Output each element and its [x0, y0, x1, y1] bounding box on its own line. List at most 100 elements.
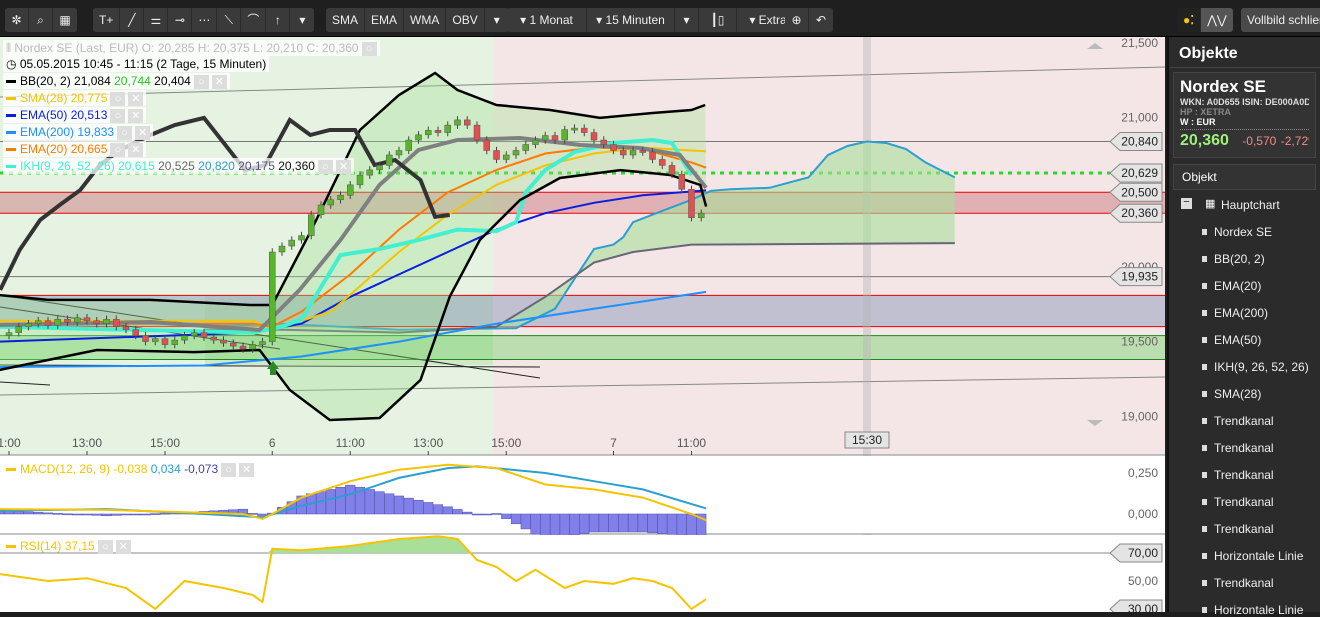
settings-icon[interactable]: ○ — [317, 159, 333, 174]
pitchfork-tool-icon[interactable]: ⟍ — [217, 8, 242, 32]
undo-icon[interactable]: ↶ — [809, 8, 833, 32]
period-select[interactable]: ▾ 1 Monat — [507, 8, 587, 32]
close-icon[interactable]: ✕ — [135, 125, 151, 140]
fullscreen-button[interactable]: Vollbild schließen — [1241, 8, 1320, 32]
chart-canvas[interactable]: 21,50021,00020,00019,50019,00020,84020,6… — [0, 37, 1165, 612]
indicator-button-wma[interactable]: WMA — [404, 8, 447, 32]
indicator-button-sma[interactable]: SMA — [326, 8, 366, 32]
indicator-button-obv[interactable]: OBV — [446, 8, 485, 32]
candle — [464, 119, 471, 126]
time-tick-label: 6 — [269, 436, 276, 450]
tree-item[interactable]: Horizontale Linie — [1202, 603, 1303, 617]
macd-histogram-bar — [335, 487, 346, 515]
line-view-icon[interactable]: ⋀⋁ — [1201, 8, 1233, 32]
tree-item[interactable]: Trendkanal — [1202, 495, 1274, 509]
close-icon[interactable]: ✕ — [128, 108, 144, 123]
settings-icon[interactable]: ○ — [97, 539, 113, 554]
interval-select[interactable]: ▾ 15 Minuten — [587, 8, 675, 32]
indicator-button-ema[interactable]: EMA — [365, 8, 405, 32]
close-icon[interactable]: ✕ — [335, 159, 351, 174]
macd-histogram-bar — [140, 513, 151, 516]
sma28-value: 20,775 — [70, 91, 108, 105]
tree-item[interactable]: Nordex SE — [1202, 225, 1272, 239]
tree-bullet-icon — [1202, 364, 1207, 370]
arc-tool-icon[interactable]: ⌒ — [241, 8, 267, 32]
tree-bullet-icon — [1202, 391, 1207, 397]
fibonacci-tool-icon[interactable]: ⚌ — [144, 8, 169, 32]
macd-histogram-bar — [520, 513, 531, 530]
ikh-kijun-value: 20,525 — [158, 159, 195, 173]
zoom-icon[interactable]: ⊕ — [785, 8, 809, 32]
settings-icon[interactable]: ○ — [221, 462, 237, 477]
ema200-swatch — [6, 131, 16, 135]
close-icon[interactable]: ✕ — [239, 462, 255, 477]
bb-upper-value: 21,084 — [74, 74, 111, 88]
legend-range: ◷ 05.05.2015 10:45 - 11:15 (2 Tage, 15 M… — [3, 56, 270, 72]
tree-item[interactable]: EMA(20) — [1202, 279, 1261, 293]
tree-item[interactable]: Trendkanal — [1202, 576, 1274, 590]
more-tools-dropdown-icon[interactable]: ▾ — [290, 8, 314, 32]
horizontal-line-icon[interactable]: ⊸ — [168, 8, 193, 32]
channel-tool-icon[interactable]: ⋯ — [192, 8, 218, 32]
tree-item[interactable]: SMA(28) — [1202, 387, 1261, 401]
macd-histogram-bar — [676, 513, 687, 536]
tree-item[interactable]: EMA(200) — [1202, 306, 1268, 320]
indicator-button-more[interactable]: ▾ — [485, 8, 509, 32]
collapse-icon[interactable]: − — [1181, 197, 1192, 209]
macd-histogram-bar — [325, 489, 336, 515]
tree-item[interactable]: Trendkanal — [1202, 468, 1274, 482]
bg-future-pink — [493, 37, 1165, 455]
toolbar: ✼ ⌕ ▦ T+ ╱ ⚌ ⊸ ⋯ ⟍ ⌒ ↑ ▾ SMA EMA WMA OBV ▾ ▾ 1 Monat ▾… — [0, 0, 1320, 37]
tree-item[interactable]: IKH(9, 26, 52, 26) — [1202, 360, 1309, 374]
tree-item[interactable]: Horizontale Linie — [1202, 549, 1303, 563]
candle — [571, 127, 578, 131]
macd-histogram-bar — [384, 493, 395, 515]
tree-item[interactable]: BB(20, 2) — [1202, 252, 1265, 266]
sma28-swatch — [6, 97, 16, 101]
layout-grid-icon[interactable]: ▦ — [53, 8, 77, 32]
macd-tick-label: 0,250 — [1128, 466, 1158, 480]
macd-histogram-bar — [471, 513, 483, 516]
object-select[interactable]: Objekt — [1173, 164, 1316, 190]
arrow-tool-icon[interactable]: ↑ — [266, 8, 291, 32]
tree-item[interactable]: Trendkanal — [1202, 414, 1274, 428]
close-icon[interactable]: ✕ — [211, 74, 227, 89]
candle — [5, 332, 13, 336]
settings-icon[interactable]: ○ — [193, 74, 209, 89]
tree-item-label: Trendkanal — [1214, 468, 1274, 482]
candle — [366, 169, 373, 176]
chart-type-dropdown[interactable]: ▾ — [675, 8, 699, 32]
line-tool-icon[interactable]: ╱ — [120, 8, 145, 32]
ema50-swatch — [6, 114, 16, 118]
ikh-span-a-value: 20,820 — [198, 159, 235, 173]
settings-icon[interactable]: ○ — [110, 91, 126, 106]
candle — [308, 214, 315, 236]
indicator-view-icon[interactable]: ●⁚ — [1177, 8, 1202, 32]
tree-item[interactable]: Trendkanal — [1202, 441, 1274, 455]
tree-item[interactable]: Trendkanal — [1202, 522, 1274, 536]
close-icon[interactable]: ✕ — [115, 539, 131, 554]
tree-bullet-icon — [1202, 256, 1207, 262]
tree-bullet-icon — [1202, 337, 1207, 343]
candle — [356, 174, 364, 186]
settings-icon[interactable]: ○ — [361, 41, 377, 56]
macd-histogram-bar — [559, 513, 570, 537]
tree-bullet-icon — [1202, 283, 1207, 289]
search-icon[interactable]: ⌕ — [29, 8, 53, 32]
rsi-tick-label: 70,00 — [1128, 546, 1158, 560]
settings-icon[interactable]: ○ — [110, 108, 126, 123]
settings-icon[interactable]: ✼ — [5, 8, 29, 32]
chart-area[interactable]: 21,500 21,000 20,000 19,500 19,000 20,840 20,6… — [0, 37, 1165, 612]
ema200-value: 19,833 — [77, 125, 115, 139]
settings-icon[interactable]: ○ — [117, 125, 133, 140]
candlestick-icon[interactable]: ┃▯ — [699, 8, 737, 32]
candle — [171, 339, 178, 345]
settings-icon[interactable]: ○ — [110, 142, 126, 157]
tree-root-hauptchart[interactable]: Hauptchart — [1221, 198, 1280, 212]
bb-lower-value: 20,404 — [154, 74, 191, 88]
text-tool-icon[interactable]: T+ — [93, 8, 121, 32]
tree-item[interactable]: EMA(50) — [1202, 333, 1261, 347]
close-icon[interactable]: ✕ — [128, 91, 144, 106]
tree-bullet-icon — [1202, 499, 1207, 505]
close-icon[interactable]: ✕ — [128, 142, 144, 157]
